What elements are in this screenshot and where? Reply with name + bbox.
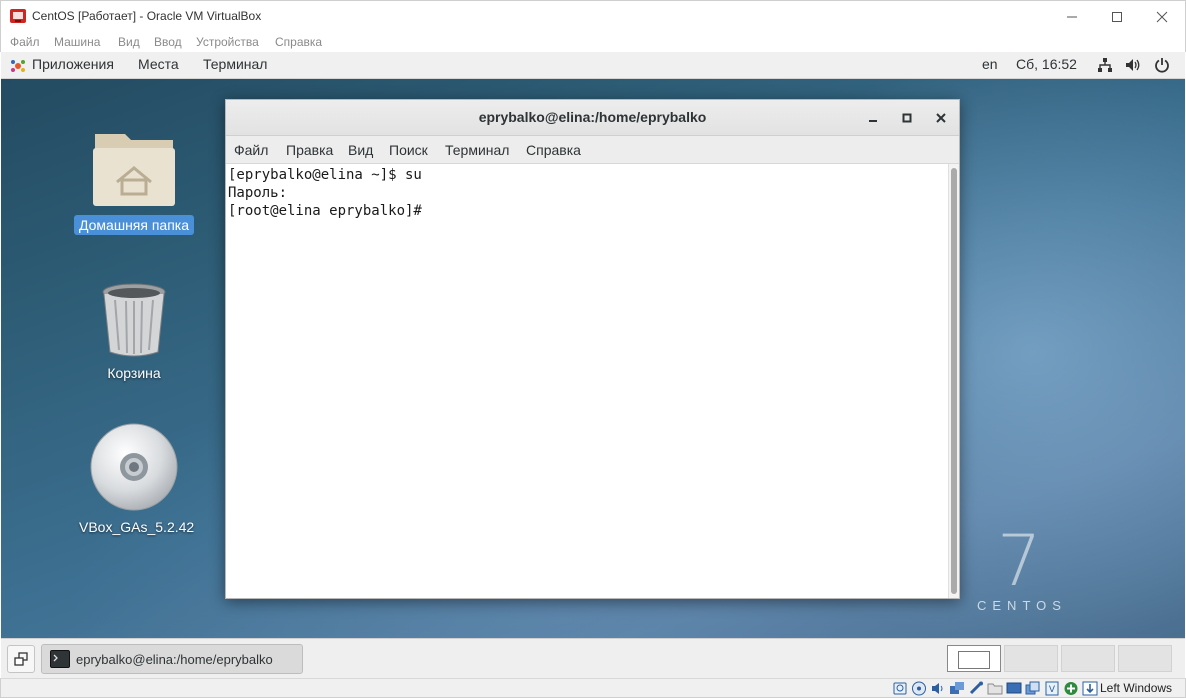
terminal-maximize-button[interactable] bbox=[897, 108, 917, 128]
close-button[interactable] bbox=[1139, 1, 1185, 33]
hard-disk-icon[interactable] bbox=[892, 681, 908, 696]
terminal-menu-edit[interactable]: Правка bbox=[286, 142, 333, 158]
menu-help[interactable]: Справка bbox=[275, 35, 322, 49]
cd-disc-icon bbox=[90, 423, 178, 511]
network-adapter-icon[interactable] bbox=[949, 681, 965, 696]
terminal-app-menu[interactable]: Терминал bbox=[203, 56, 267, 72]
terminal-line: Пароль: bbox=[228, 185, 288, 201]
workspace-window-preview bbox=[958, 651, 990, 669]
terminal-menu-file[interactable]: Файл bbox=[234, 142, 268, 158]
workspace-3[interactable] bbox=[1061, 645, 1115, 672]
terminal-title-bar[interactable]: eprybalko@elina:/home/eprybalko bbox=[226, 100, 959, 136]
network-icon[interactable] bbox=[1097, 57, 1113, 78]
close-icon bbox=[1156, 11, 1168, 23]
terminal-line: [eprybalko@elina ~]$ su bbox=[228, 167, 422, 183]
terminal-scrollbar[interactable] bbox=[948, 164, 959, 598]
workspace-4[interactable] bbox=[1118, 645, 1172, 672]
terminal-menu-bar: Файл Правка Вид Поиск Терминал Справка bbox=[226, 136, 959, 164]
keyboard-layout-indicator[interactable]: en bbox=[982, 56, 998, 72]
volume-icon[interactable] bbox=[1125, 57, 1141, 78]
desktop-icon-label: Домашняя папка bbox=[74, 215, 195, 235]
applications-icon bbox=[10, 58, 26, 79]
keyboard-capture-icon[interactable] bbox=[1082, 681, 1098, 696]
vbox-menu-bar: Файл Машина Вид Ввод Устройства Справка bbox=[0, 32, 1186, 52]
terminal-menu-view[interactable]: Вид bbox=[348, 142, 373, 158]
terminal-close-button[interactable] bbox=[931, 108, 951, 128]
terminal-menu-help[interactable]: Справка bbox=[526, 142, 581, 158]
minimize-button[interactable] bbox=[1049, 1, 1095, 33]
show-desktop-button[interactable] bbox=[7, 645, 35, 673]
menu-file[interactable]: Файл bbox=[10, 35, 40, 49]
terminal-window[interactable]: eprybalko@elina:/home/eprybalko Файл Пра… bbox=[225, 99, 960, 599]
desktop-icon-label: VBox_GAs_5.2.42 bbox=[79, 519, 195, 535]
audio-icon[interactable] bbox=[930, 681, 946, 696]
show-desktop-icon bbox=[14, 652, 28, 666]
centos-logo-number: 7 bbox=[997, 520, 1042, 602]
gnome-top-panel: Приложения Места Терминал en Сб, 16:52 bbox=[1, 52, 1185, 79]
shared-folder-icon[interactable] bbox=[987, 681, 1003, 696]
terminal-line: [root@elina eprybalko]# bbox=[228, 203, 422, 219]
taskbar-label: eprybalko@elina:/home/eprybalko bbox=[76, 652, 273, 667]
menu-input[interactable]: Ввод bbox=[154, 35, 182, 49]
guest-display[interactable]: Приложения Места Терминал en Сб, 16:52 Д… bbox=[1, 52, 1185, 638]
vbox-title-bar[interactable]: CentOS [Работает] - Oracle VM VirtualBox bbox=[0, 0, 1186, 32]
workspace-1[interactable] bbox=[947, 645, 1001, 672]
terminal-menu-terminal[interactable]: Терминал bbox=[445, 142, 509, 158]
usb-icon[interactable] bbox=[968, 681, 984, 696]
terminal-output[interactable]: [eprybalko@elina ~]$ su Пароль: [root@el… bbox=[226, 164, 948, 598]
maximize-icon bbox=[902, 113, 912, 123]
centos-logo-word: CENTOS bbox=[977, 598, 1067, 613]
scrollbar-thumb[interactable] bbox=[951, 168, 957, 594]
host-key-indicator[interactable]: Left Windows bbox=[1100, 681, 1172, 695]
virtualization-icon[interactable]: V bbox=[1044, 681, 1060, 696]
desktop-icon-trash[interactable]: Корзина bbox=[74, 282, 194, 383]
clock[interactable]: Сб, 16:52 bbox=[1016, 56, 1077, 72]
window-title: CentOS [Работает] - Oracle VM VirtualBox bbox=[32, 9, 262, 23]
window-list-panel: eprybalko@elina:/home/eprybalko bbox=[1, 638, 1185, 678]
svg-text:V: V bbox=[1049, 685, 1056, 695]
maximize-button[interactable] bbox=[1094, 1, 1140, 33]
trash-icon bbox=[102, 283, 166, 357]
menu-devices[interactable]: Устройства bbox=[196, 35, 259, 49]
applications-menu[interactable]: Приложения bbox=[32, 56, 114, 72]
home-folder-icon bbox=[93, 134, 175, 206]
places-menu[interactable]: Места bbox=[138, 56, 179, 72]
terminal-menu-search[interactable]: Поиск bbox=[389, 142, 428, 158]
terminal-icon bbox=[50, 650, 70, 668]
menu-machine[interactable]: Машина bbox=[54, 35, 100, 49]
desktop-icon-home[interactable]: Домашняя папка bbox=[74, 124, 195, 235]
minimize-icon bbox=[1067, 16, 1077, 18]
taskbar-terminal-button[interactable]: eprybalko@elina:/home/eprybalko bbox=[41, 644, 303, 674]
terminal-minimize-button[interactable] bbox=[863, 108, 883, 128]
vbox-status-bar: V Left Windows bbox=[0, 678, 1186, 698]
virtualbox-app-icon bbox=[10, 8, 26, 24]
close-icon bbox=[936, 113, 946, 123]
optical-drive-icon[interactable] bbox=[911, 681, 927, 696]
maximize-icon bbox=[1112, 12, 1122, 22]
guest-additions-icon[interactable] bbox=[1063, 681, 1079, 696]
video-capture-icon[interactable] bbox=[1025, 681, 1041, 696]
desktop-icon-label: Корзина bbox=[107, 365, 161, 381]
terminal-title: eprybalko@elina:/home/eprybalko bbox=[478, 109, 707, 125]
power-icon[interactable] bbox=[1154, 57, 1170, 78]
menu-view[interactable]: Вид bbox=[118, 35, 140, 49]
workspace-2[interactable] bbox=[1004, 645, 1058, 672]
desktop-icon-cd[interactable]: VBox_GAs_5.2.42 bbox=[74, 422, 194, 537]
minimize-icon bbox=[869, 120, 877, 122]
display-icon[interactable] bbox=[1006, 681, 1022, 696]
